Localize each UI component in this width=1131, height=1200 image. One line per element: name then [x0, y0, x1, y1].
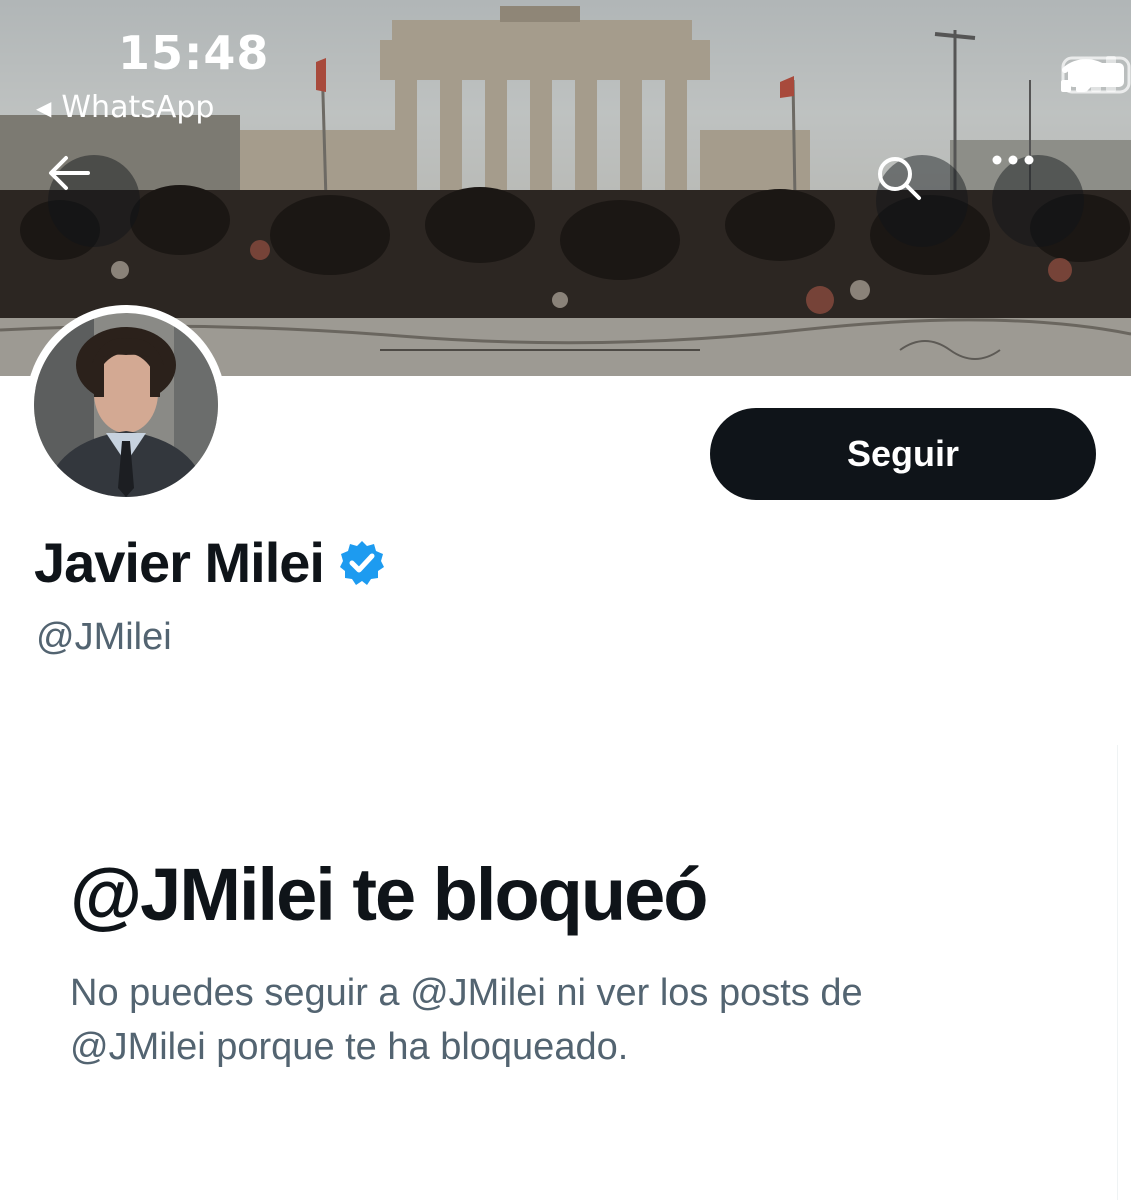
- avatar[interactable]: [26, 305, 226, 505]
- display-name-row: Javier Milei: [34, 530, 386, 595]
- divider: [1117, 745, 1118, 1200]
- blocked-message-line: No puedes seguir a @JMilei ni ver los po…: [70, 972, 863, 1014]
- blocked-message: No puedes seguir a @JMilei ni ver los po…: [70, 966, 1030, 1074]
- display-name: Javier Milei: [34, 531, 325, 594]
- back-arrow-icon: [49, 156, 90, 190]
- blocked-message-line: @JMilei porque te ha bloqueado.: [70, 1026, 629, 1068]
- blocked-title: @JMilei te bloqueó: [70, 853, 708, 936]
- more-button[interactable]: [992, 155, 1084, 247]
- back-triangle-icon: ◀: [36, 95, 52, 120]
- verified-badge-icon[interactable]: [338, 539, 386, 587]
- follow-button[interactable]: Seguir: [710, 408, 1096, 500]
- search-button[interactable]: [876, 155, 968, 247]
- battery-icon: [1061, 56, 1131, 94]
- more-icon: [992, 155, 1034, 165]
- status-time: 15:48: [118, 26, 270, 80]
- back-button[interactable]: [48, 155, 140, 247]
- handle: @JMilei: [36, 616, 172, 658]
- back-to-app-link[interactable]: ◀ WhatsApp: [36, 90, 214, 125]
- back-app-label: WhatsApp: [61, 90, 215, 125]
- avatar-photo: [34, 313, 218, 497]
- search-icon: [878, 157, 921, 200]
